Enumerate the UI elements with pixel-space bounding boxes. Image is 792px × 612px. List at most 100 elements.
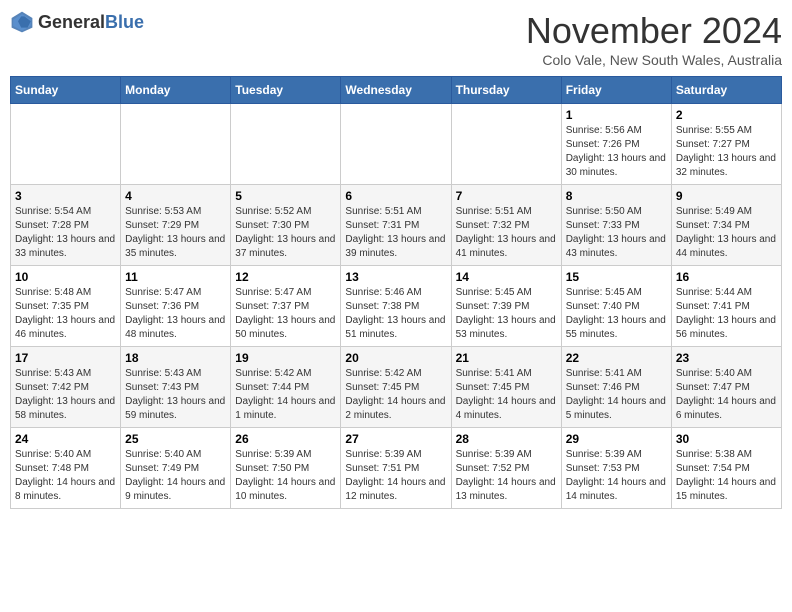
day-info: Sunrise: 5:43 AMSunset: 7:43 PMDaylight:… — [125, 367, 226, 423]
weekday-header: Monday — [121, 77, 231, 104]
calendar-cell: 20 Sunrise: 5:42 AMSunset: 7:45 PMDayligh… — [341, 347, 451, 428]
calendar-cell: 9Sunrise: 5:49 AMSunset: 7:34 PMDaylight… — [671, 185, 781, 266]
calendar-cell: 23 Sunrise: 5:40 AMSunset: 7:47 PMDayligh… — [671, 347, 781, 428]
day-info: Sunrise: 5:53 AMSunset: 7:29 PMDaylight:… — [125, 205, 226, 261]
day-info: Sunrise: 5:52 AMSunset: 7:30 PMDaylight:… — [235, 205, 336, 261]
weekday-header: Saturday — [671, 77, 781, 104]
calendar-cell: 5 Sunrise: 5:52 AMSunset: 7:30 PMDaylight… — [231, 185, 341, 266]
day-info: Sunrise: 5:39 AMSunset: 7:53 PMDaylight:… — [566, 448, 667, 504]
day-number: 23 — [676, 351, 777, 365]
weekday-header: Wednesday — [341, 77, 451, 104]
calendar-week-row: 10 Sunrise: 5:48 AMSunset: 7:35 PMDayligh… — [11, 266, 782, 347]
calendar-week-row: 1 Sunrise: 5:56 AMSunset: 7:26 PMDaylight… — [11, 104, 782, 185]
day-info: Sunrise: 5:48 AMSunset: 7:35 PMDaylight:… — [15, 286, 116, 342]
logo-text-general: General — [38, 12, 105, 32]
calendar-cell: 11Sunrise: 5:47 AMSunset: 7:36 PMDayligh… — [121, 266, 231, 347]
calendar-cell: 24 Sunrise: 5:40 AMSunset: 7:48 PMDayligh… — [11, 428, 121, 509]
day-info: Sunrise: 5:42 AMSunset: 7:45 PMDaylight:… — [345, 367, 446, 423]
calendar-cell: 16 Sunrise: 5:44 AMSunset: 7:41 PMDayligh… — [671, 266, 781, 347]
calendar-cell: 13 Sunrise: 5:46 AMSunset: 7:38 PMDayligh… — [341, 266, 451, 347]
day-info: Sunrise: 5:40 AMSunset: 7:47 PMDaylight:… — [676, 367, 777, 423]
calendar-cell — [11, 104, 121, 185]
location: Colo Vale, New South Wales, Australia — [526, 52, 782, 68]
weekday-header: Tuesday — [231, 77, 341, 104]
calendar-cell: 25 Sunrise: 5:40 AMSunset: 7:49 PMDayligh… — [121, 428, 231, 509]
calendar-cell: 8 Sunrise: 5:50 AMSunset: 7:33 PMDaylight… — [561, 185, 671, 266]
calendar-cell: 4 Sunrise: 5:53 AMSunset: 7:29 PMDaylight… — [121, 185, 231, 266]
day-number: 18 — [125, 351, 226, 365]
day-number: 20 — [345, 351, 446, 365]
calendar-cell: 3 Sunrise: 5:54 AMSunset: 7:28 PMDaylight… — [11, 185, 121, 266]
day-info: Sunrise: 5:54 AMSunset: 7:28 PMDaylight:… — [15, 205, 116, 261]
calendar-cell — [451, 104, 561, 185]
logo-icon — [10, 10, 34, 34]
day-number: 6 — [345, 189, 446, 203]
month-title: November 2024 — [526, 10, 782, 52]
day-number: 13 — [345, 270, 446, 284]
calendar-cell: 28 Sunrise: 5:39 AMSunset: 7:52 PMDayligh… — [451, 428, 561, 509]
logo: GeneralBlue — [10, 10, 144, 34]
day-number: 10 — [15, 270, 116, 284]
weekday-header: Friday — [561, 77, 671, 104]
day-info: Sunrise: 5:39 AMSunset: 7:52 PMDaylight:… — [456, 448, 557, 504]
day-number: 21 — [456, 351, 557, 365]
calendar-cell: 27Sunrise: 5:39 AMSunset: 7:51 PMDayligh… — [341, 428, 451, 509]
day-number: 3 — [15, 189, 116, 203]
calendar-cell: 15Sunrise: 5:45 AMSunset: 7:40 PMDayligh… — [561, 266, 671, 347]
day-info: Sunrise: 5:40 AMSunset: 7:48 PMDaylight:… — [15, 448, 116, 504]
logo-text-blue: Blue — [105, 12, 144, 32]
calendar-cell: 2Sunrise: 5:55 AMSunset: 7:27 PMDaylight… — [671, 104, 781, 185]
calendar-cell: 29 Sunrise: 5:39 AMSunset: 7:53 PMDayligh… — [561, 428, 671, 509]
day-number: 7 — [456, 189, 557, 203]
weekday-header: Thursday — [451, 77, 561, 104]
day-info: Sunrise: 5:46 AMSunset: 7:38 PMDaylight:… — [345, 286, 446, 342]
day-info: Sunrise: 5:38 AMSunset: 7:54 PMDaylight:… — [676, 448, 777, 504]
day-number: 22 — [566, 351, 667, 365]
day-number: 24 — [15, 432, 116, 446]
calendar-cell: 18 Sunrise: 5:43 AMSunset: 7:43 PMDayligh… — [121, 347, 231, 428]
calendar: SundayMondayTuesdayWednesdayThursdayFrid… — [10, 76, 782, 509]
calendar-cell — [231, 104, 341, 185]
calendar-week-row: 24 Sunrise: 5:40 AMSunset: 7:48 PMDayligh… — [11, 428, 782, 509]
day-number: 28 — [456, 432, 557, 446]
calendar-cell — [341, 104, 451, 185]
day-number: 1 — [566, 108, 667, 122]
day-info: Sunrise: 5:39 AMSunset: 7:50 PMDaylight:… — [235, 448, 336, 504]
calendar-week-row: 3 Sunrise: 5:54 AMSunset: 7:28 PMDaylight… — [11, 185, 782, 266]
day-info: Sunrise: 5:45 AMSunset: 7:39 PMDaylight:… — [456, 286, 557, 342]
weekday-header-row: SundayMondayTuesdayWednesdayThursdayFrid… — [11, 77, 782, 104]
day-number: 2 — [676, 108, 777, 122]
day-info: Sunrise: 5:56 AMSunset: 7:26 PMDaylight:… — [566, 124, 667, 180]
day-number: 26 — [235, 432, 336, 446]
day-info: Sunrise: 5:44 AMSunset: 7:41 PMDaylight:… — [676, 286, 777, 342]
day-info: Sunrise: 5:50 AMSunset: 7:33 PMDaylight:… — [566, 205, 667, 261]
day-number: 25 — [125, 432, 226, 446]
day-info: Sunrise: 5:41 AMSunset: 7:45 PMDaylight:… — [456, 367, 557, 423]
calendar-cell: 22 Sunrise: 5:41 AMSunset: 7:46 PMDayligh… — [561, 347, 671, 428]
day-info: Sunrise: 5:47 AMSunset: 7:37 PMDaylight:… — [235, 286, 336, 342]
calendar-cell: 26 Sunrise: 5:39 AMSunset: 7:50 PMDayligh… — [231, 428, 341, 509]
day-number: 14 — [456, 270, 557, 284]
day-info: Sunrise: 5:49 AMSunset: 7:34 PMDaylight:… — [676, 205, 777, 261]
day-number: 29 — [566, 432, 667, 446]
calendar-week-row: 17Sunrise: 5:43 AMSunset: 7:42 PMDayligh… — [11, 347, 782, 428]
day-number: 4 — [125, 189, 226, 203]
day-number: 15 — [566, 270, 667, 284]
calendar-cell: 7 Sunrise: 5:51 AMSunset: 7:32 PMDaylight… — [451, 185, 561, 266]
day-info: Sunrise: 5:39 AMSunset: 7:51 PMDaylight:… — [345, 448, 446, 504]
day-number: 16 — [676, 270, 777, 284]
day-info: Sunrise: 5:42 AMSunset: 7:44 PMDaylight:… — [235, 367, 336, 423]
day-number: 12 — [235, 270, 336, 284]
header: GeneralBlue November 2024 Colo Vale, New… — [10, 10, 782, 68]
day-number: 11 — [125, 270, 226, 284]
day-info: Sunrise: 5:51 AMSunset: 7:32 PMDaylight:… — [456, 205, 557, 261]
calendar-cell — [121, 104, 231, 185]
day-number: 8 — [566, 189, 667, 203]
title-section: November 2024 Colo Vale, New South Wales… — [526, 10, 782, 68]
day-number: 5 — [235, 189, 336, 203]
calendar-cell: 10 Sunrise: 5:48 AMSunset: 7:35 PMDayligh… — [11, 266, 121, 347]
calendar-cell: 17Sunrise: 5:43 AMSunset: 7:42 PMDayligh… — [11, 347, 121, 428]
day-info: Sunrise: 5:40 AMSunset: 7:49 PMDaylight:… — [125, 448, 226, 504]
day-number: 17 — [15, 351, 116, 365]
day-info: Sunrise: 5:41 AMSunset: 7:46 PMDaylight:… — [566, 367, 667, 423]
